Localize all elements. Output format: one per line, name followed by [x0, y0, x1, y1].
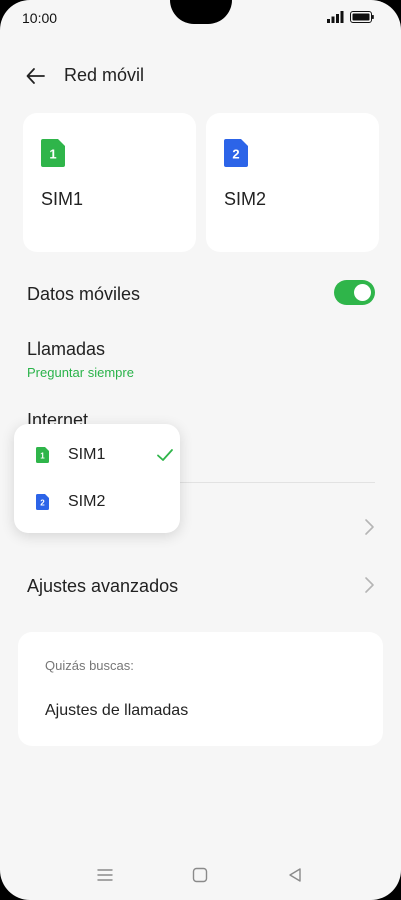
calls-value: Preguntar siempre — [27, 365, 134, 380]
sim2-card-icon: 2 — [224, 139, 248, 167]
signal-icon — [327, 11, 344, 23]
page-title: Red móvil — [64, 65, 145, 85]
advanced-settings-label: Ajustes avanzados — [27, 576, 179, 596]
mobile-data-toggle-knob — [354, 284, 371, 301]
calls-label: Llamadas — [27, 339, 106, 359]
status-time: 10:00 — [22, 10, 58, 26]
popup-option-sim2-label: SIM2 — [68, 493, 106, 510]
suggestions-title: Quizás buscas: — [45, 658, 134, 673]
camera-notch — [170, 0, 232, 24]
sim1-card-icon-number: 1 — [49, 147, 56, 162]
menu-icon[interactable] — [96, 866, 114, 884]
suggestions-card: Quizás buscas: Ajustes de llamadas — [18, 632, 383, 746]
sim2-card-icon-number: 2 — [232, 147, 239, 162]
popup-option-sim2[interactable]: 2 SIM2 — [14, 479, 180, 525]
calls-row[interactable]: Llamadas Preguntar siempre — [0, 330, 401, 386]
sim1-card-icon: 1 — [41, 139, 65, 167]
status-bar: 10:00 — [0, 0, 401, 36]
advanced-settings-row[interactable]: Ajustes avanzados — [0, 564, 401, 608]
battery-icon — [350, 11, 374, 23]
sim2-icon-number: 2 — [40, 499, 45, 508]
sim2-card[interactable]: 2 SIM2 — [206, 113, 379, 252]
popup-option-sim1-label: SIM1 — [68, 446, 106, 463]
mobile-data-label: Datos móviles — [27, 284, 141, 304]
sim1-icon-number: 1 — [40, 452, 45, 461]
navigation-bar — [0, 858, 401, 894]
mobile-data-toggle[interactable] — [334, 280, 375, 305]
sim2-card-label: SIM2 — [224, 189, 267, 209]
back-arrow-icon[interactable] — [24, 64, 48, 88]
popup-option-sim1[interactable]: 1 SIM1 — [14, 432, 180, 478]
phone-screen: 10:00 Red móvil 1 SIM1 2 SIM2 Datos móvi… — [0, 0, 401, 900]
sim1-card[interactable]: 1 SIM1 — [23, 113, 196, 252]
suggestion-call-settings[interactable]: Ajustes de llamadas — [45, 702, 188, 720]
check-icon — [157, 449, 173, 461]
chevron-right-icon[interactable] — [362, 576, 376, 594]
sim1-card-label: SIM1 — [41, 189, 84, 209]
sim1-icon: 1 — [36, 447, 49, 463]
chevron-right-icon[interactable] — [362, 518, 376, 536]
app-header: Red móvil — [0, 56, 401, 96]
home-icon[interactable] — [191, 866, 209, 884]
sim-select-popup: 1 SIM1 2 SIM2 — [14, 424, 180, 533]
sim2-icon: 2 — [36, 494, 49, 510]
back-triangle-icon[interactable] — [286, 866, 304, 884]
